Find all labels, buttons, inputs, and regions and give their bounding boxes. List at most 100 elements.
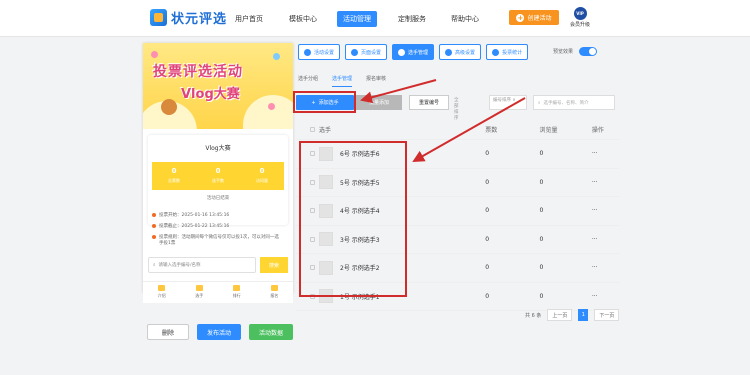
sliders-icon [445, 48, 453, 56]
chart-icon [492, 48, 500, 56]
publish-button[interactable]: 发布活动 [197, 324, 241, 340]
header-ops: 操作 [591, 126, 604, 134]
tab-players[interactable]: 选手 [181, 282, 219, 303]
subtabs: 选手分组 选手管理 报名审核 [298, 75, 386, 87]
tool-activity-settings[interactable]: 活动设置 [298, 44, 341, 60]
nav-item-home[interactable]: 用户首页 [235, 14, 263, 24]
table-header: 选手 票数 浏览量 操作 [296, 119, 619, 140]
vip-badge-icon: VIP [573, 7, 587, 20]
top-nav: 状元评选 用户首页 模板中心 活动管理 定制服务 帮助中心 + 创建活动 VIP… [0, 0, 750, 37]
plus-icon: + [516, 13, 525, 22]
search-icon: ⌕ [153, 263, 156, 268]
pager-total: 共 6 条 [525, 312, 542, 319]
player-views: 0 [539, 292, 544, 300]
player-votes: 0 [485, 264, 490, 272]
info-icon [152, 235, 156, 239]
preview-toggle-label: 预览效果 [553, 49, 574, 55]
vip-upgrade[interactable]: VIP 会员升级 [569, 7, 591, 28]
stat-players: 0 选手数 [212, 167, 224, 183]
player-votes: 0 [485, 292, 490, 300]
logo-icon [150, 9, 167, 26]
banner-subtitle: Vlog大赛 [181, 87, 240, 102]
rule-end: 投票截止：2025-01-22 13:45:16 [152, 223, 282, 229]
activity-status: 活动已结束 [206, 196, 230, 201]
sort-select[interactable]: 编号排序 ∨ [489, 95, 527, 110]
activity-data-button[interactable]: 活动数据 [249, 324, 293, 340]
more-options-button[interactable]: ··· [592, 236, 619, 243]
stat-visits: 0 访问量 [256, 167, 268, 183]
create-activity-button[interactable]: + 创建活动 [509, 10, 559, 25]
subtab-review[interactable]: 报名审核 [366, 75, 386, 87]
card-title: Vlog大赛 [205, 145, 231, 152]
player-views: 0 [539, 235, 544, 243]
more-options-button[interactable]: ··· [592, 179, 619, 186]
header-player: 选手 [319, 126, 332, 134]
ranking-icon [233, 285, 241, 291]
player-votes: 0 [485, 235, 490, 243]
player-search-input[interactable]: ⌕ 选手编号、名称、简介 [533, 95, 615, 110]
player-votes: 0 [485, 150, 490, 158]
nav-item-help[interactable]: 帮助中心 [451, 14, 479, 24]
nav-item-activity[interactable]: 活动管理 [337, 11, 377, 27]
more-options-button[interactable]: ··· [592, 150, 619, 157]
signup-icon [270, 285, 278, 291]
settings-toolbar: 活动设置 页面设置 选手管理 高级设置 投票统计 [298, 44, 529, 60]
more-options-button[interactable]: ··· [592, 207, 619, 214]
next-page-button[interactable]: 下一页 [594, 309, 620, 321]
preview-toggle: 预览效果 [553, 47, 598, 56]
page-icon [351, 48, 359, 56]
logo[interactable]: 状元评选 [150, 8, 227, 27]
gear-icon [304, 48, 311, 56]
preview-tabbar: 介绍 选手 排行 报名 [143, 281, 293, 303]
tool-advanced-settings[interactable]: 高级设置 [439, 44, 482, 60]
intro-icon [158, 285, 166, 291]
bear-icon [161, 99, 177, 115]
tool-page-settings[interactable]: 页面设置 [345, 44, 388, 60]
more-options-button[interactable]: ··· [592, 264, 619, 271]
tool-vote-stats[interactable]: 投票统计 [486, 44, 529, 60]
preview-banner: 投票评选活动 Vlog大赛 [143, 43, 293, 129]
reset-number-button[interactable]: 重置编号 [409, 95, 449, 110]
preview-search: ⌕ 请输入选手编号/名称 搜索 [148, 257, 288, 273]
player-views: 0 [539, 178, 544, 186]
batch-add-button[interactable]: 批量添加 [356, 95, 402, 110]
page-button-current[interactable]: 1 [578, 309, 589, 321]
clock-icon [152, 213, 156, 217]
highlight-add-button [293, 91, 356, 113]
create-activity-label: 创建活动 [527, 15, 552, 22]
player-votes: 0 [485, 178, 490, 186]
stats-bar: 0 总票数 0 选手数 0 访问量 [152, 162, 284, 190]
subtab-groups[interactable]: 选手分组 [298, 75, 318, 87]
tab-ranking[interactable]: 排行 [218, 282, 256, 303]
pagination: 共 6 条 上一页 1 下一页 [525, 309, 620, 321]
rule-start: 投票开始：2025-01-16 13:45:16 [152, 212, 282, 218]
clock-icon [152, 224, 156, 228]
mobile-preview: 投票评选活动 Vlog大赛 Vlog大赛 0 总票数 0 选手数 0 访问量 活动已结… [143, 43, 293, 303]
player-views: 0 [539, 207, 544, 215]
header-votes: 票数 [485, 126, 498, 134]
stat-votes: 0 总票数 [168, 167, 180, 183]
vip-label: 会员升级 [569, 22, 590, 28]
player-votes: 0 [485, 207, 490, 215]
users-icon [398, 48, 406, 56]
tool-player-management[interactable]: 选手管理 [392, 44, 435, 60]
tab-intro[interactable]: 介绍 [143, 282, 181, 303]
nav-item-templates[interactable]: 模板中心 [289, 14, 317, 24]
rule-detail: 投票规则：活动期间每个微信号仅可以投1次，可以对同一选手投1票 [152, 234, 282, 246]
tab-signup[interactable]: 报名 [256, 282, 294, 303]
subtab-players[interactable]: 选手管理 [332, 75, 353, 87]
sort-label: 全部排序 [454, 98, 459, 121]
nav-item-custom[interactable]: 定制服务 [398, 14, 426, 24]
preview-search-button[interactable]: 搜索 [260, 257, 288, 273]
delete-button[interactable]: 删除 [147, 324, 189, 340]
preview-switch[interactable] [579, 47, 598, 56]
players-icon [195, 285, 203, 291]
header-views: 浏览量 [539, 126, 558, 134]
search-icon: ⌕ [538, 100, 541, 106]
prev-page-button[interactable]: 上一页 [547, 309, 573, 321]
highlight-player-list [299, 141, 407, 297]
logo-text: 状元评选 [171, 12, 228, 27]
preview-search-input[interactable]: ⌕ 请输入选手编号/名称 [148, 257, 256, 273]
more-options-button[interactable]: ··· [592, 293, 619, 300]
player-views: 0 [539, 150, 544, 158]
